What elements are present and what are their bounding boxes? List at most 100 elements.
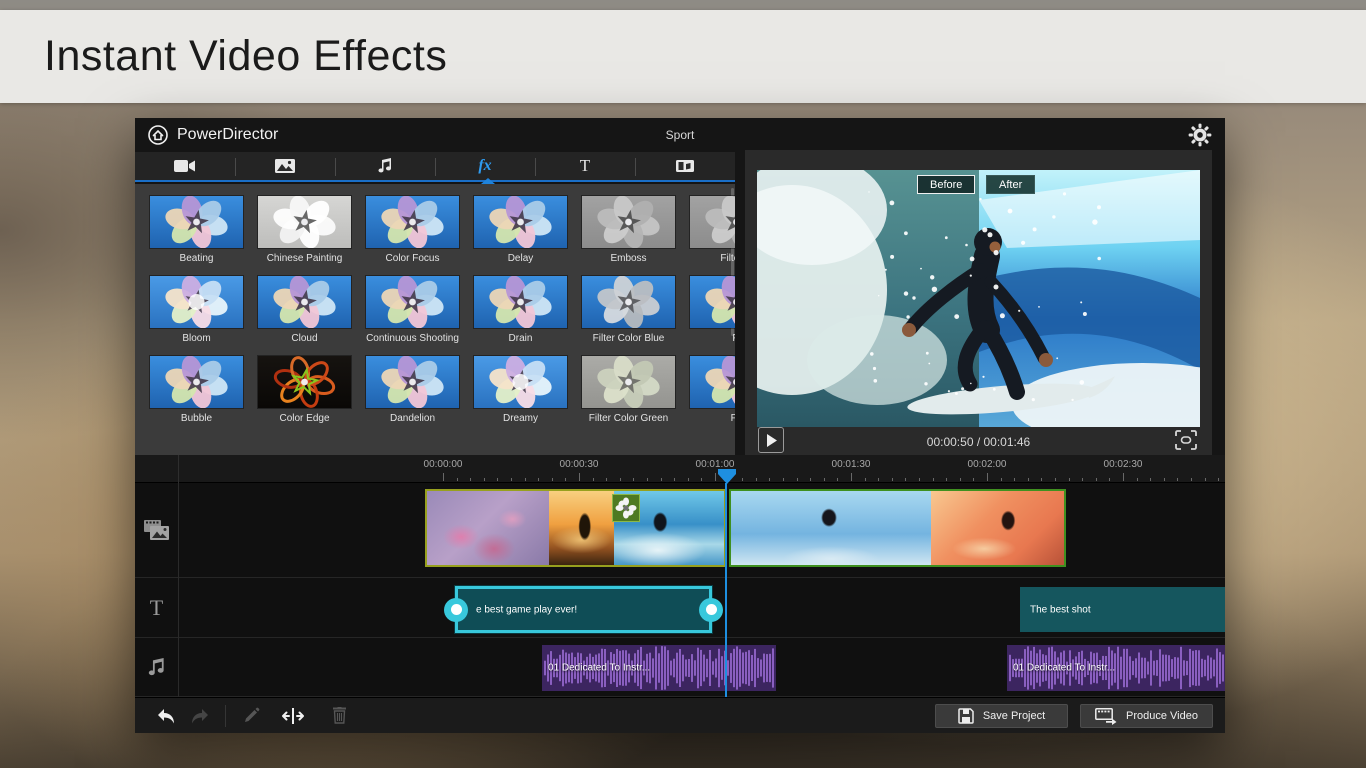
effect-name: Dreamy [474,413,567,424]
effect-item[interactable]: Filter Color Blue [582,276,675,344]
music-track-header[interactable] [135,638,178,696]
delete-button[interactable] [322,703,356,729]
ruler-tick [674,478,675,481]
effect-item[interactable]: Emboss [582,196,675,264]
ruler-tick [606,478,607,481]
fullscreen-icon[interactable] [1175,430,1197,450]
text-track-header[interactable]: T [135,578,178,637]
tab-titles[interactable]: T [535,152,635,180]
ruler-tick [878,478,879,481]
ruler-tick [484,478,485,481]
tab-clips[interactable] [635,152,735,180]
video-track-header[interactable] [135,483,178,577]
produce-video-label: Produce Video [1126,710,1198,722]
undo-button[interactable] [149,703,183,729]
split-icon [281,708,305,724]
music-clip[interactable]: 01 Dedicated To Instr... [542,645,776,691]
effect-item[interactable]: Filter Color Green [582,356,675,424]
effect-item[interactable]: Color Edge [258,356,351,424]
ruler-tick [511,478,512,481]
effect-item[interactable]: Chinese Painting [258,196,351,264]
settings-gear-icon[interactable] [1187,122,1213,148]
effect-item[interactable]: Filter C [690,196,735,264]
ruler-time-label: 00:01:30 [832,459,871,470]
save-icon [958,708,974,724]
tab-music[interactable] [335,152,435,180]
app-name: PowerDirector [177,126,278,144]
effect-thumbnail [690,196,735,248]
effect-name: Continuous Shooting [366,333,459,344]
ruler-tick [1014,478,1015,481]
effect-item[interactable]: Dandelion [366,356,459,424]
ruler-tick [933,478,934,481]
effect-item[interactable]: Continuous Shooting [366,276,459,344]
effect-item[interactable]: Fir [690,356,735,424]
effect-thumbnail [150,196,243,248]
screen: Instant Video Effects PowerDirector Spor… [0,0,1366,768]
effect-name: Emboss [582,253,675,264]
effect-thumbnail [366,276,459,328]
ruler-tick [497,478,498,481]
trim-handle-right[interactable] [699,598,723,622]
effect-item[interactable]: Delay [474,196,567,264]
tab-effects[interactable]: fx [435,152,535,180]
ruler-tick [552,478,553,481]
effect-item[interactable]: Bubble [150,356,243,424]
effect-thumbnail [366,356,459,408]
ruler-tick [1069,478,1070,481]
text-track-icon: T [150,595,163,621]
clip-frame-sunset [549,491,614,565]
save-project-button[interactable]: Save Project [935,704,1068,728]
effect-thumbnail [258,276,351,328]
effect-item[interactable]: Fl [690,276,735,344]
effect-thumbnail [582,276,675,328]
text-clip-selected[interactable]: e best game play ever! [455,586,712,633]
before-button[interactable]: Before [917,175,975,194]
home-icon[interactable] [147,124,169,146]
titlebar: PowerDirector Sport [135,118,1225,152]
effect-item[interactable]: Beating [150,196,243,264]
redo-button[interactable] [183,703,217,729]
preview-controls: 00:00:50 / 00:01:46 [745,429,1212,455]
trim-handle-left[interactable] [444,598,468,622]
video-clip[interactable] [425,489,726,567]
effect-name: Delay [474,253,567,264]
ruler-tick [973,478,974,481]
video-track-icon [143,519,170,542]
effect-flower-icon [615,497,637,519]
effect-item[interactable]: Drain [474,276,567,344]
after-button[interactable]: After [986,175,1035,194]
video-clip[interactable] [729,489,1066,567]
tab-video[interactable] [135,152,235,180]
playhead-line[interactable] [725,483,727,697]
ruler-tick [1028,478,1029,481]
ruler-tick [701,478,702,481]
playhead-handle[interactable] [718,469,736,474]
effect-item[interactable]: Color Focus [366,196,459,264]
produce-video-button[interactable]: Produce Video [1080,704,1213,728]
ruler-tick [1137,478,1138,481]
play-button[interactable] [758,427,784,453]
ruler-tick [905,478,906,481]
split-button[interactable] [276,703,310,729]
track-header-divider [178,483,179,697]
timeline-tracks: T e best game play ever! The best shot [135,483,1225,697]
effect-thumbnail [258,196,351,248]
trash-icon [332,707,347,724]
effect-thumbnail [582,356,675,408]
effect-item[interactable]: Cloud [258,276,351,344]
effect-name: Bubble [150,413,243,424]
applied-effect-badge[interactable] [612,494,640,522]
edit-button[interactable] [234,703,268,729]
effect-item[interactable]: Dreamy [474,356,567,424]
ruler-tick [1123,473,1124,481]
music-clip-label: 01 Dedicated To Instr... [1013,663,1115,674]
ruler-time-label: 00:00:30 [560,459,599,470]
timeline-ruler[interactable]: 00:00:0000:00:3000:01:0000:01:3000:02:00… [135,455,1225,483]
text-clip[interactable]: The best shot [1020,587,1225,632]
effect-item[interactable]: Bloom [150,276,243,344]
ruler-time-label: 00:02:30 [1104,459,1143,470]
effect-name: Color Focus [366,253,459,264]
tab-photos[interactable] [235,152,335,180]
music-clip[interactable]: 01 Dedicated To Instr... [1007,645,1225,691]
